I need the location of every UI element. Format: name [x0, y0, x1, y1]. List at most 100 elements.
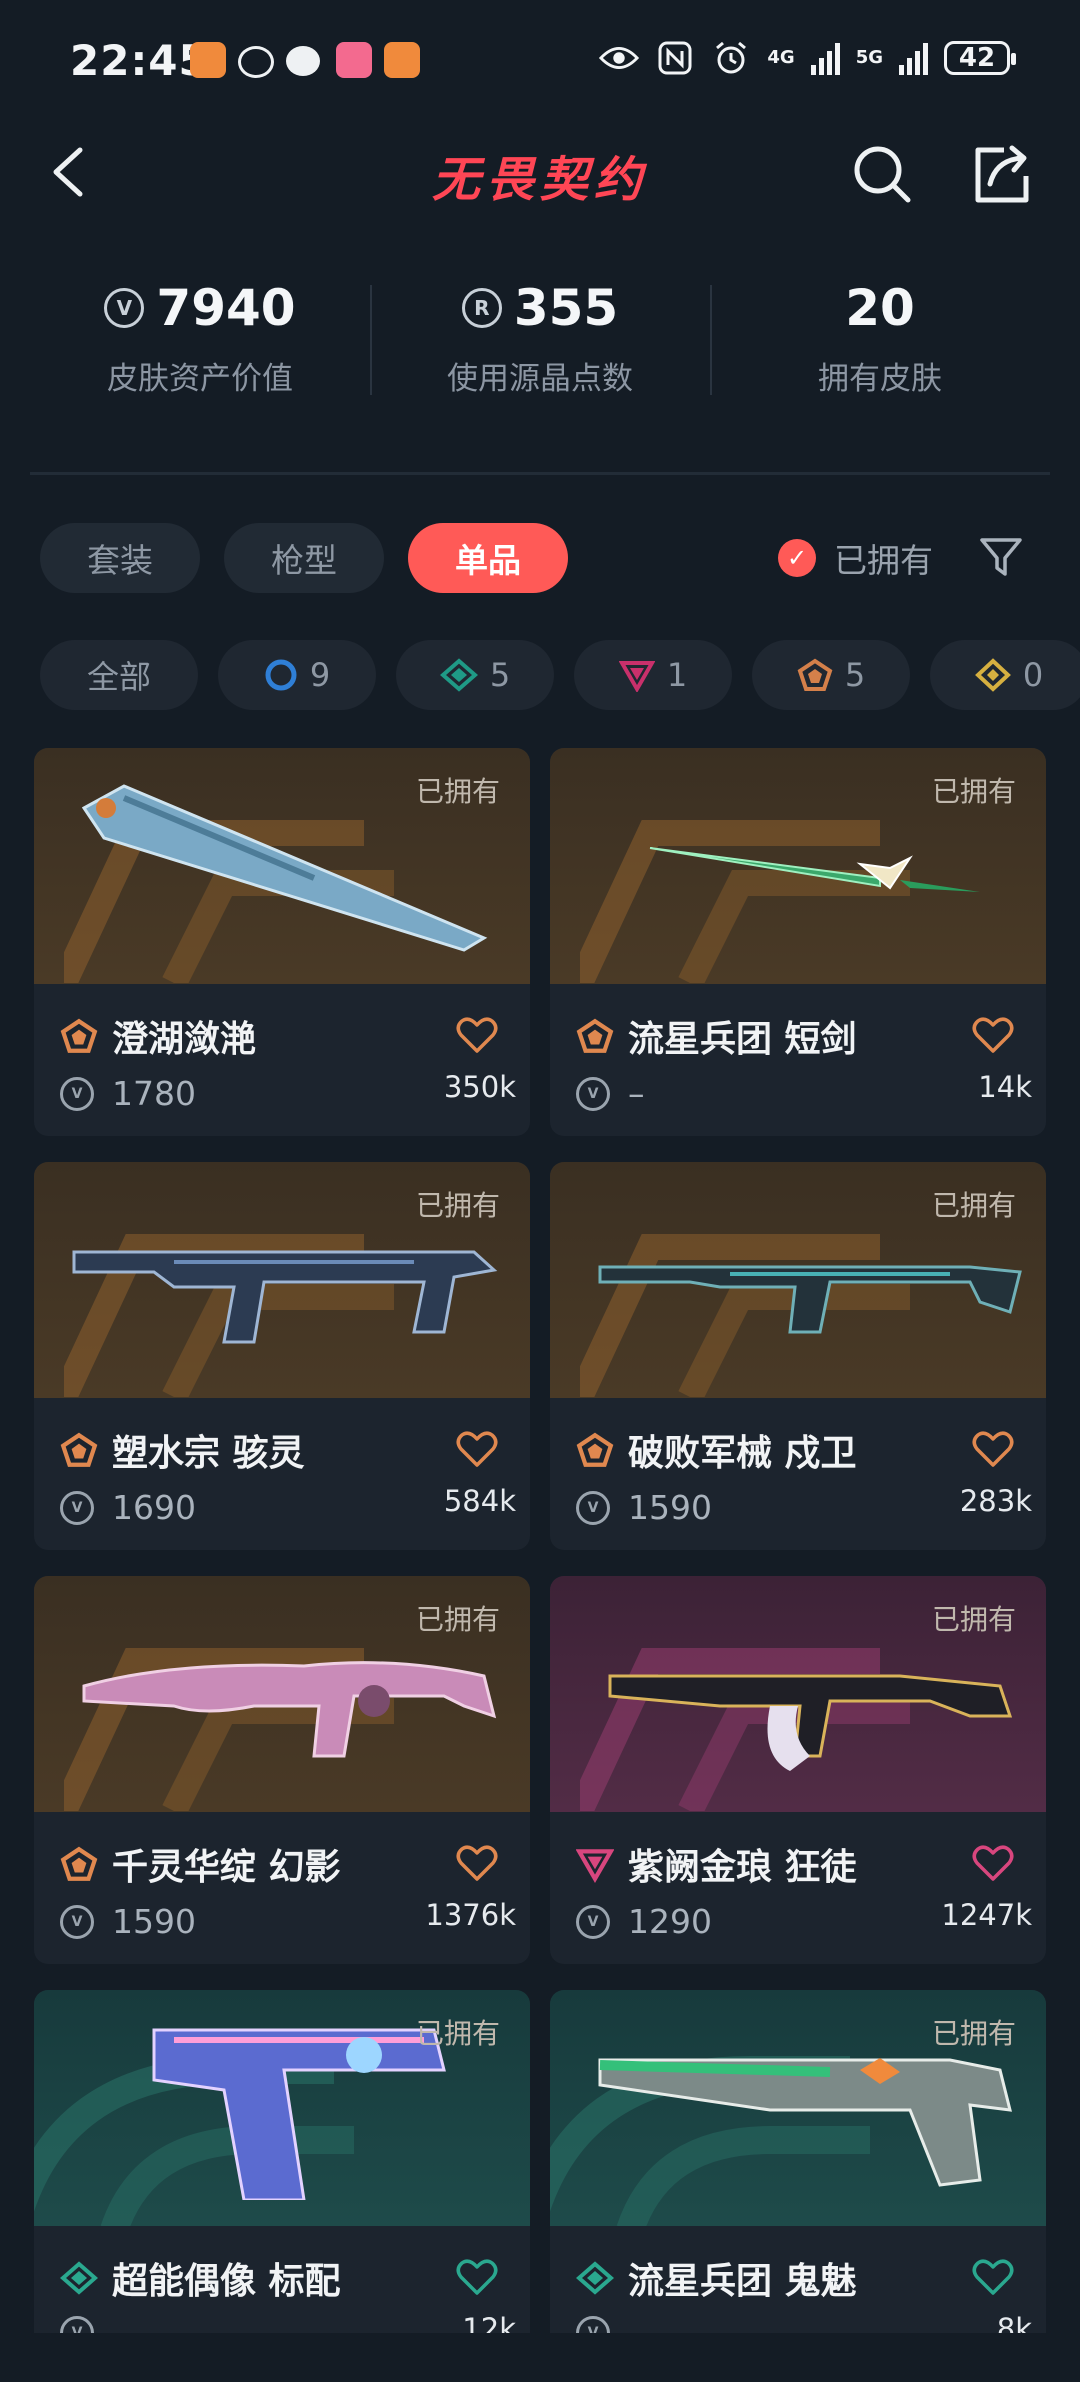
vp-currency-icon: V: [104, 288, 145, 328]
skin-card[interactable]: 已拥有 紫阙金琅 狂徒 V 1290 1247k: [550, 1576, 1046, 1964]
skin-card[interactable]: 已拥有 超能偶像 标配 V 12k: [34, 1990, 530, 2333]
chip-ultra-tier[interactable]: 0: [930, 640, 1080, 710]
stat-label: 皮肤资产价值: [107, 361, 293, 397]
stat-owned-skins: 20 拥有皮肤: [710, 275, 1050, 415]
skin-price: V: [576, 2316, 628, 2333]
chip-label: 1: [666, 656, 688, 694]
skin-card[interactable]: 已拥有 塑水宗 骇灵 V 1690 584k: [34, 1162, 530, 1550]
skin-card[interactable]: 已拥有 流星兵团 短剑 V – 14k: [550, 748, 1046, 1136]
clock: 22:45: [70, 36, 209, 85]
skin-card[interactable]: 已拥有 千灵华绽 幻影 V 1590 1376k: [34, 1576, 530, 1964]
skin-name-row: 塑水宗 骇灵: [60, 1424, 305, 1476]
like-count: 14k: [978, 1070, 1032, 1104]
like-count: 8k: [996, 2312, 1032, 2333]
owned-filter-label: 已拥有: [834, 541, 933, 580]
stat-value: 20: [845, 279, 915, 337]
nfc-icon: [655, 38, 695, 78]
network-type-2: 5G: [855, 47, 883, 68]
divider: [30, 472, 1050, 475]
like-count: 12k: [462, 2312, 516, 2333]
owned-filter-toggle[interactable]: ✓ 已拥有: [778, 528, 933, 588]
skin-name-row: 流星兵团 短剑: [576, 1010, 857, 1062]
search-button[interactable]: [850, 142, 914, 206]
vp-currency-icon: V: [60, 2316, 94, 2333]
skin-name: 澄湖潋滟: [112, 1019, 257, 1060]
share-button[interactable]: [970, 142, 1034, 206]
heart-icon: [972, 1431, 1014, 1467]
skin-name: 破败军械 戍卫: [628, 1433, 857, 1474]
skin-name-row: 超能偶像 标配: [60, 2252, 341, 2304]
skin-price: V 1590: [60, 1902, 196, 1941]
skin-image: 已拥有: [550, 748, 1046, 984]
skin-name-row: 澄湖潋滟: [60, 1010, 256, 1062]
chip-label: 9: [309, 656, 331, 694]
owned-tag: 已拥有: [415, 775, 500, 808]
heart-icon: [972, 1017, 1014, 1053]
chip-label: 5: [489, 656, 511, 694]
like-count: 1376k: [425, 1898, 516, 1932]
chip-label: 0: [1022, 656, 1044, 694]
status-bar: 22:45 4G 5G 42: [0, 0, 1080, 120]
price-value: 1690: [112, 1488, 196, 1527]
deluxe-tier-icon: [576, 2261, 614, 2295]
skin-image: 已拥有: [34, 748, 530, 984]
vp-currency-icon: V: [60, 1904, 94, 1939]
tab-bundle[interactable]: 套装: [40, 523, 200, 593]
vp-currency-icon: V: [576, 2316, 610, 2333]
heart-icon: [456, 1017, 498, 1053]
heart-icon: [972, 1845, 1014, 1881]
filter-button[interactable]: [978, 534, 1024, 580]
battery-icon: 42: [944, 41, 1016, 75]
chip-label: 5: [844, 656, 866, 694]
radianite-icon: R: [461, 288, 502, 328]
stat-skin-value: V 7940 皮肤资产价值: [30, 275, 370, 415]
skin-image: 已拥有: [550, 1162, 1046, 1398]
select-tier-icon: [265, 659, 297, 691]
heart-icon: [456, 1431, 498, 1467]
skin-price: V –: [576, 1074, 645, 1113]
skin-image: 已拥有: [550, 1576, 1046, 1812]
app-notification-icon-2: [384, 42, 420, 78]
skin-card[interactable]: 已拥有 澄湖潋滟 V 1780 350k: [34, 748, 530, 1136]
exclusive-tier-icon: [60, 1846, 98, 1881]
chip-premium-tier[interactable]: 1: [574, 640, 732, 710]
eye-icon: [599, 38, 640, 78]
exclusive-tier-icon: [576, 1432, 614, 1467]
deluxe-tier-icon: [60, 2261, 98, 2295]
signal-icon-2: [899, 41, 928, 75]
price-value: 1590: [112, 1902, 196, 1941]
price-value: 1590: [628, 1488, 712, 1527]
heart-icon: [456, 2259, 498, 2295]
skin-card[interactable]: 已拥有 流星兵团 鬼魅 V 8k: [550, 1990, 1046, 2333]
skin-price: V 1290: [576, 1902, 712, 1941]
chip-all[interactable]: 全部: [40, 640, 198, 710]
tab-single-item[interactable]: 单品: [408, 523, 568, 593]
exclusive-tier-icon: [60, 1018, 98, 1053]
chip-select-tier[interactable]: 9: [218, 640, 376, 710]
signal-icon: [810, 41, 840, 75]
check-icon: ✓: [778, 539, 816, 577]
app-header: 无畏契约: [0, 120, 1080, 230]
price-value: 1290: [628, 1902, 712, 1941]
owned-tag: 已拥有: [931, 2017, 1016, 2050]
skin-name-row: 紫阙金琅 狂徒: [576, 1838, 857, 1890]
skin-image: 已拥有: [34, 1576, 530, 1812]
skin-card[interactable]: 已拥有 破败军械 戍卫 V 1590 283k: [550, 1162, 1046, 1550]
bilibili-icon: [336, 42, 372, 78]
status-icons: 4G 5G 42: [599, 38, 1016, 78]
chip-deluxe-tier[interactable]: 5: [396, 640, 554, 710]
skin-name-row: 千灵华绽 幻影: [60, 1838, 341, 1890]
owned-tag: 已拥有: [931, 1189, 1016, 1222]
skin-name: 超能偶像 标配: [112, 2261, 341, 2302]
like-count: 584k: [443, 1484, 516, 1518]
skin-grid: 已拥有 澄湖潋滟 V 1780 350k 已拥有 流星兵团 短剑 V – 14k: [34, 748, 1046, 2333]
stat-label: 使用源晶点数: [447, 361, 633, 397]
chip-exclusive-tier[interactable]: 5: [752, 640, 910, 710]
tab-weapon-type[interactable]: 枪型: [224, 523, 384, 593]
skin-price: V: [60, 2316, 112, 2333]
search-icon: [854, 146, 911, 203]
skin-name: 流星兵团 鬼魅: [628, 2261, 857, 2302]
skin-name-row: 破败军械 戍卫: [576, 1424, 857, 1476]
share-icon: [975, 145, 1029, 203]
message-icon: [286, 46, 320, 76]
